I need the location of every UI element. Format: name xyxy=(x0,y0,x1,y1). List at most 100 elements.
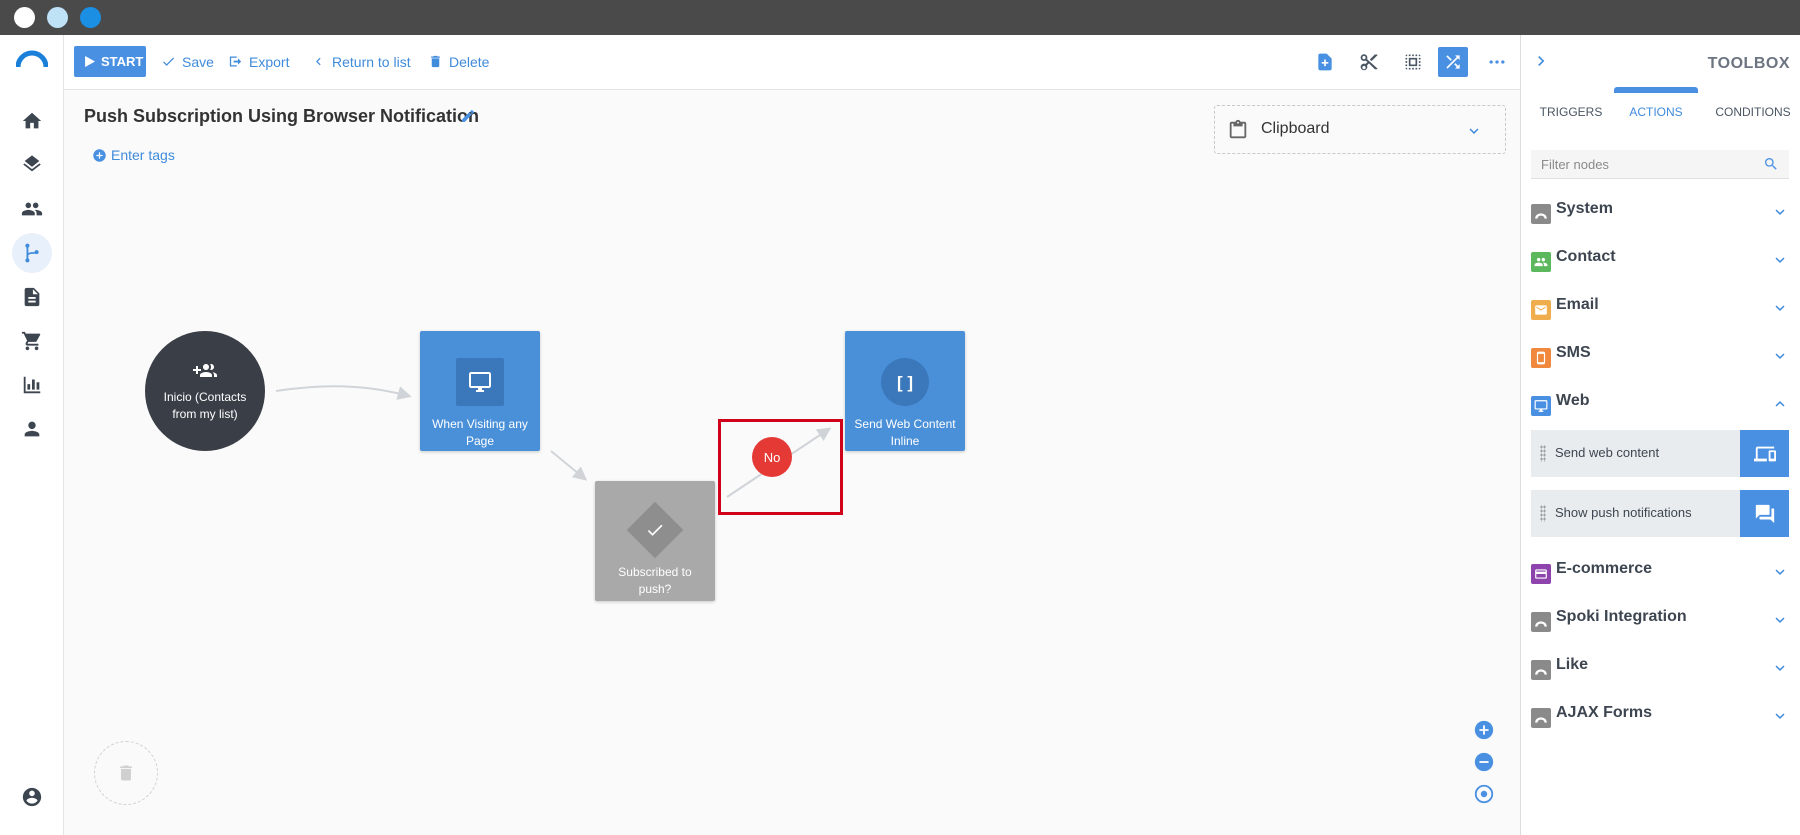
phone-icon xyxy=(1531,348,1551,368)
window-maximize-dot[interactable] xyxy=(80,7,101,28)
nav-home[interactable] xyxy=(12,101,52,141)
group-add-icon xyxy=(193,364,217,377)
toolbox-title: TOOLBOX xyxy=(1707,55,1790,72)
window-titlebar xyxy=(0,0,1800,35)
chevron-down-icon xyxy=(1771,347,1789,365)
more-horizontal-icon xyxy=(1489,60,1505,64)
category-ajax-forms[interactable]: AJAX Forms xyxy=(1531,702,1789,736)
start-button[interactable]: START xyxy=(74,46,146,77)
zoom-out-button[interactable] xyxy=(1473,751,1495,773)
active-tab-indicator xyxy=(1614,87,1698,93)
export-button[interactable]: Export xyxy=(228,46,289,77)
action-node-send-web-content[interactable]: [ ] Send Web Content Inline xyxy=(845,331,965,451)
people-icon xyxy=(1531,252,1551,272)
collapse-toolbox-button[interactable] xyxy=(1531,51,1551,71)
highlight-box xyxy=(718,419,843,515)
toolbox-item-label: Show push notifications xyxy=(1555,505,1692,520)
monitor-icon xyxy=(1531,396,1551,416)
start-label: START xyxy=(101,54,144,69)
filter-nodes-input[interactable] xyxy=(1531,150,1751,178)
tab-conditions[interactable]: CONDITIONS xyxy=(1711,105,1795,145)
center-view-button[interactable] xyxy=(1473,783,1495,805)
chevron-down-icon xyxy=(1771,611,1789,629)
cut-button[interactable] xyxy=(1354,47,1384,77)
toolbox-item-send-web-content[interactable]: Send web content xyxy=(1531,430,1789,477)
save-button[interactable]: Save xyxy=(161,46,214,77)
nav-users[interactable] xyxy=(12,409,52,449)
condition-node-label: Subscribed to push? xyxy=(618,565,692,596)
nav-ecommerce[interactable] xyxy=(12,321,52,361)
scissors-icon xyxy=(1360,54,1378,71)
delete-button[interactable]: Delete xyxy=(428,46,489,77)
filter-nodes-field xyxy=(1531,150,1789,179)
nav-reports[interactable] xyxy=(12,365,52,405)
shuffle-layout-button[interactable] xyxy=(1438,47,1468,77)
layers-icon xyxy=(23,155,41,172)
category-sms[interactable]: SMS xyxy=(1531,342,1789,376)
cloud-icon xyxy=(1531,708,1551,728)
target-icon xyxy=(1474,784,1494,804)
category-email[interactable]: Email xyxy=(1531,294,1789,328)
plus-circle-icon xyxy=(1474,720,1494,740)
select-box-icon xyxy=(1405,54,1421,70)
nav-workflows[interactable] xyxy=(12,233,52,273)
top-toolbar: START Save Export Return to list Delete xyxy=(64,35,1520,90)
chevron-down-icon xyxy=(1771,707,1789,725)
drop-to-delete-zone[interactable] xyxy=(94,741,158,805)
drag-handle-icon[interactable] xyxy=(1540,505,1546,522)
nav-documents[interactable] xyxy=(12,277,52,317)
category-system[interactable]: System xyxy=(1531,198,1789,232)
search-icon xyxy=(1763,156,1779,172)
nav-contacts[interactable] xyxy=(12,189,52,229)
more-options-button[interactable] xyxy=(1482,47,1512,77)
chat-icon xyxy=(1740,490,1789,537)
trigger-node-visit-page[interactable]: When Visiting any Page xyxy=(420,331,540,451)
category-label: Email xyxy=(1556,296,1599,313)
category-web[interactable]: Web xyxy=(1531,390,1789,424)
chevron-down-icon xyxy=(1771,203,1789,221)
visit-node-label: When Visiting any Page xyxy=(432,417,528,448)
condition-node-subscribed[interactable]: Subscribed to push? xyxy=(595,481,715,601)
drag-handle-icon[interactable] xyxy=(1540,445,1546,462)
bar-chart-icon xyxy=(23,376,41,394)
left-navigation xyxy=(0,35,64,835)
toolbox-item-show-push-notifications[interactable]: Show push notifications xyxy=(1531,490,1789,537)
minus-circle-icon xyxy=(1474,752,1494,772)
category-ecommerce[interactable]: E-commerce xyxy=(1531,558,1789,592)
tab-actions[interactable]: ACTIONS xyxy=(1614,105,1698,145)
category-label: Like xyxy=(1556,656,1589,673)
category-label: E-commerce xyxy=(1556,560,1653,577)
app-logo[interactable] xyxy=(15,49,49,69)
start-node[interactable]: Inicio (Contacts from my list) xyxy=(145,331,265,451)
chevron-down-icon xyxy=(1771,563,1789,581)
return-label: Return to list xyxy=(332,53,411,70)
toolbox-item-label: Send web content xyxy=(1555,445,1660,460)
account-circle-icon xyxy=(22,787,42,807)
wire-inicio-to-visit xyxy=(275,385,412,400)
envelope-icon xyxy=(1531,300,1551,320)
devices-icon xyxy=(1740,430,1789,477)
nav-layers[interactable] xyxy=(12,145,52,185)
category-like[interactable]: Like xyxy=(1531,654,1789,688)
cloud-icon xyxy=(1531,612,1551,632)
zoom-in-button[interactable] xyxy=(1473,719,1495,741)
category-label: Web xyxy=(1556,392,1590,409)
category-spoki-integration[interactable]: Spoki Integration xyxy=(1531,606,1789,640)
check-diamond-icon xyxy=(626,501,684,559)
workflow-canvas[interactable]: Push Subscription Using Browser Notifica… xyxy=(64,90,1520,835)
trash-icon xyxy=(120,765,132,781)
nav-account[interactable] xyxy=(12,777,52,817)
return-to-list-button[interactable]: Return to list xyxy=(311,46,411,77)
window-close-dot[interactable] xyxy=(14,7,35,28)
save-label: Save xyxy=(182,53,214,70)
category-label: SMS xyxy=(1556,344,1591,361)
category-contact[interactable]: Contact xyxy=(1531,246,1789,280)
send-node-label: Send Web Content Inline xyxy=(854,417,956,448)
add-node-button[interactable] xyxy=(1310,47,1340,77)
document-icon xyxy=(24,287,40,307)
play-icon xyxy=(85,56,95,67)
tab-triggers[interactable]: TRIGGERS xyxy=(1535,105,1607,145)
window-minimize-dot[interactable] xyxy=(47,7,68,28)
select-all-button[interactable] xyxy=(1398,47,1428,77)
people-icon xyxy=(21,202,43,216)
